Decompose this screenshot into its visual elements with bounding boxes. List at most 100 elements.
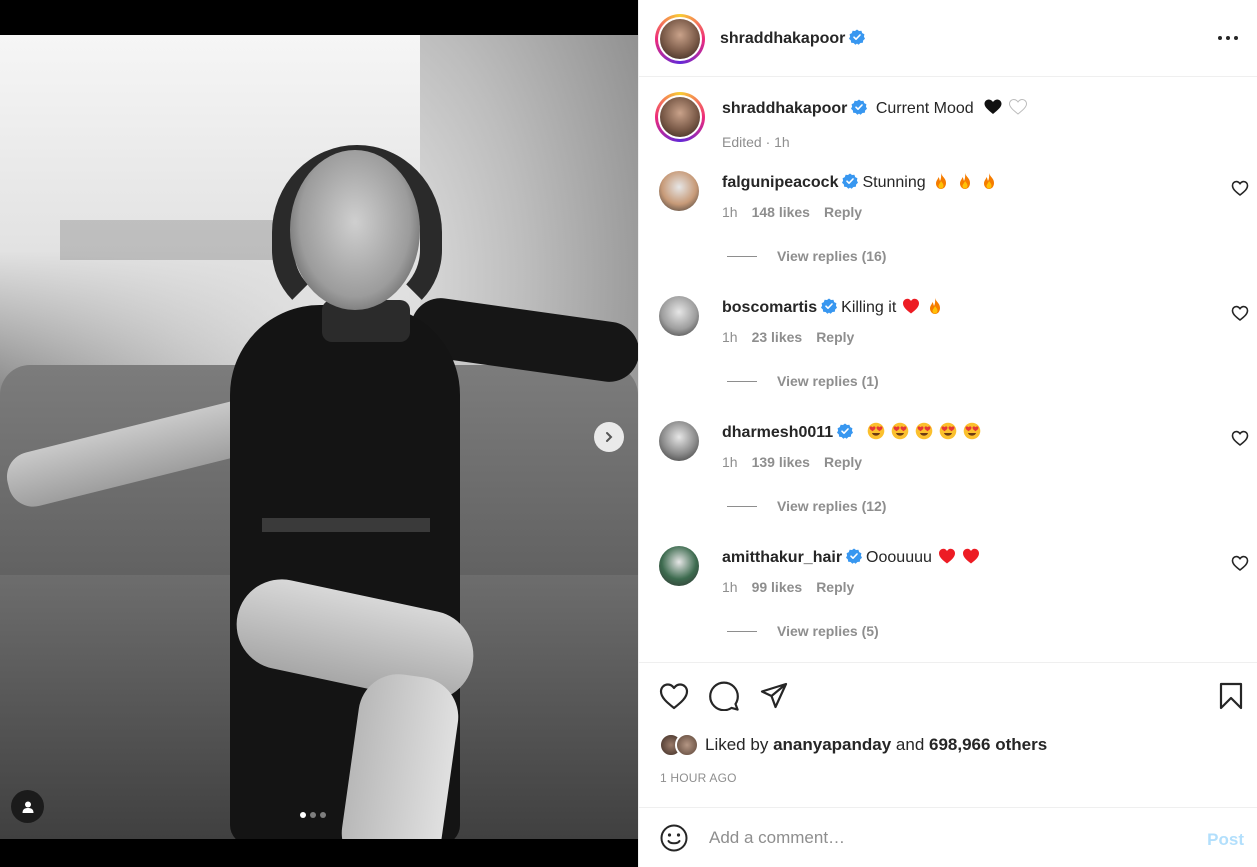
carousel-indicator xyxy=(300,812,326,818)
comment-like-heart-icon[interactable] xyxy=(1231,179,1249,197)
emoji-icon xyxy=(660,824,688,852)
user-tag-icon xyxy=(22,801,33,813)
photo-blind xyxy=(60,220,300,260)
comment-like-heart-icon[interactable] xyxy=(1231,304,1249,322)
black-heart-emoji-icon xyxy=(984,99,1002,114)
share-icon xyxy=(760,682,788,709)
heart-eyes-emoji-icon xyxy=(867,422,885,440)
comment-item: boscomartis Killing it 1h 23 likes Reply View… xyxy=(659,296,1249,421)
like-button[interactable] xyxy=(659,681,689,711)
photo-head xyxy=(290,150,420,310)
replies-divider xyxy=(727,505,757,507)
caption-author-avatar[interactable] xyxy=(655,92,705,142)
fire-emoji-icon xyxy=(959,173,970,189)
caption-username[interactable]: shraddhakapoor xyxy=(722,100,847,117)
red-heart-emoji-icon xyxy=(962,548,979,564)
liked-by-and: and xyxy=(895,735,925,754)
comment-likes[interactable]: 139 likes xyxy=(752,454,810,470)
comment-body: boscomartis Killing it xyxy=(722,297,944,317)
fire-emoji-icon xyxy=(935,173,946,189)
heart-eyes-emoji-icon xyxy=(891,422,909,440)
user-tags-button[interactable] xyxy=(11,790,44,823)
fire-emoji-icon xyxy=(983,173,994,189)
liked-by-text: Liked by ananyapanday and 698,966 others xyxy=(705,735,1047,755)
comment-reply-button[interactable]: Reply xyxy=(816,579,854,595)
commenter-username[interactable]: boscomartis xyxy=(722,299,817,316)
comment-item: amitthakur_hair Ooouuuu 1h 99 likes Reply Vie… xyxy=(659,546,1249,662)
fire-emoji-icon xyxy=(930,298,941,314)
comment-meta: 1h 23 likes Reply xyxy=(722,329,854,345)
photo-belt xyxy=(262,518,430,532)
view-replies-label: View replies (1) xyxy=(777,373,879,389)
carousel-dot xyxy=(320,812,326,818)
emoji-picker-button[interactable] xyxy=(659,823,689,853)
share-button[interactable] xyxy=(759,681,789,711)
comment-time[interactable]: 1h xyxy=(722,579,738,595)
comment-meta: 1h 148 likes Reply xyxy=(722,204,862,220)
commenter-username[interactable]: dharmesh0011 xyxy=(722,424,833,441)
comment-reply-button[interactable]: Reply xyxy=(824,204,862,220)
more-options-button[interactable] xyxy=(1216,26,1240,50)
author-avatar[interactable] xyxy=(655,14,705,64)
comment-time[interactable]: 1h xyxy=(722,454,738,470)
verified-badge-icon xyxy=(821,298,838,314)
replies-divider xyxy=(727,255,757,257)
post-photo[interactable] xyxy=(0,35,638,839)
comment-time[interactable]: 1h xyxy=(722,204,738,220)
commenter-avatar[interactable] xyxy=(659,421,699,461)
post-timestamp[interactable]: 1 HOUR AGO xyxy=(660,771,737,785)
view-replies-button[interactable]: View replies (12) xyxy=(727,498,886,514)
comment-likes[interactable]: 148 likes xyxy=(752,204,810,220)
comment-item: dharmesh0011 1h 139 likes Reply View replies… xyxy=(659,421,1249,546)
caption-body: Current Mood xyxy=(875,100,974,117)
view-replies-button[interactable]: View replies (5) xyxy=(727,623,879,639)
comment-reply-button[interactable]: Reply xyxy=(816,329,854,345)
liked-by-user-link[interactable]: ananyapanday xyxy=(773,735,891,754)
bookmark-icon xyxy=(1219,682,1243,710)
liker-avatar[interactable] xyxy=(675,733,699,757)
liked-by-others-link[interactable]: 698,966 others xyxy=(929,735,1047,754)
comment-like-heart-icon[interactable] xyxy=(1231,554,1249,572)
view-replies-button[interactable]: View replies (1) xyxy=(727,373,879,389)
liked-by-prefix: Liked by xyxy=(705,735,769,754)
comment-body: falgunipeacock Stunning xyxy=(722,172,998,192)
comment-button[interactable] xyxy=(709,681,739,711)
comment-item: falgunipeacock Stunning 1h 148 likes Reply Vi… xyxy=(659,171,1249,296)
white-heart-emoji-icon xyxy=(1008,98,1027,115)
red-heart-emoji-icon xyxy=(938,548,955,564)
comment-body: amitthakur_hair Ooouuuu xyxy=(722,547,980,567)
comment-reply-button[interactable]: Reply xyxy=(824,454,862,470)
commenter-avatar[interactable] xyxy=(659,171,699,211)
comment-like-heart-icon[interactable] xyxy=(1231,429,1249,447)
replies-divider xyxy=(727,380,757,382)
comment-likes[interactable]: 99 likes xyxy=(752,579,803,595)
commenter-avatar[interactable] xyxy=(659,546,699,586)
commenter-username[interactable]: amitthakur_hair xyxy=(722,549,842,566)
post-header: shraddhakapoor xyxy=(639,0,1257,77)
carousel-dot xyxy=(310,812,316,818)
carousel-dot xyxy=(300,812,306,818)
comment-time[interactable]: 1h xyxy=(722,329,738,345)
comment-likes[interactable]: 23 likes xyxy=(752,329,803,345)
comments-list[interactable]: shraddhakapoor Current Mood Edited · 1h … xyxy=(639,78,1257,662)
view-replies-label: View replies (16) xyxy=(777,248,887,264)
view-replies-button[interactable]: View replies (16) xyxy=(727,248,886,264)
verified-badge-icon xyxy=(851,99,868,115)
commenter-username[interactable]: falgunipeacock xyxy=(722,174,838,191)
view-replies-label: View replies (12) xyxy=(777,498,887,514)
heart-eyes-emoji-icon xyxy=(939,422,957,440)
post-media xyxy=(0,0,638,867)
caption-meta: Edited · 1h xyxy=(722,134,790,150)
comment-meta: 1h 99 likes Reply xyxy=(722,579,854,595)
heart-icon xyxy=(659,683,689,710)
commenter-avatar[interactable] xyxy=(659,296,699,336)
comment-body: dharmesh0011 xyxy=(722,422,981,442)
comment-input[interactable] xyxy=(709,826,1169,850)
caption-text-line: shraddhakapoor Current Mood xyxy=(722,98,1027,118)
verified-badge-icon xyxy=(846,548,863,564)
save-button[interactable] xyxy=(1216,681,1246,711)
carousel-next-button[interactable] xyxy=(594,422,624,452)
author-username[interactable]: shraddhakapoor xyxy=(720,30,845,47)
replies-divider xyxy=(727,630,757,632)
post-comment-button[interactable]: Post xyxy=(1207,830,1244,850)
